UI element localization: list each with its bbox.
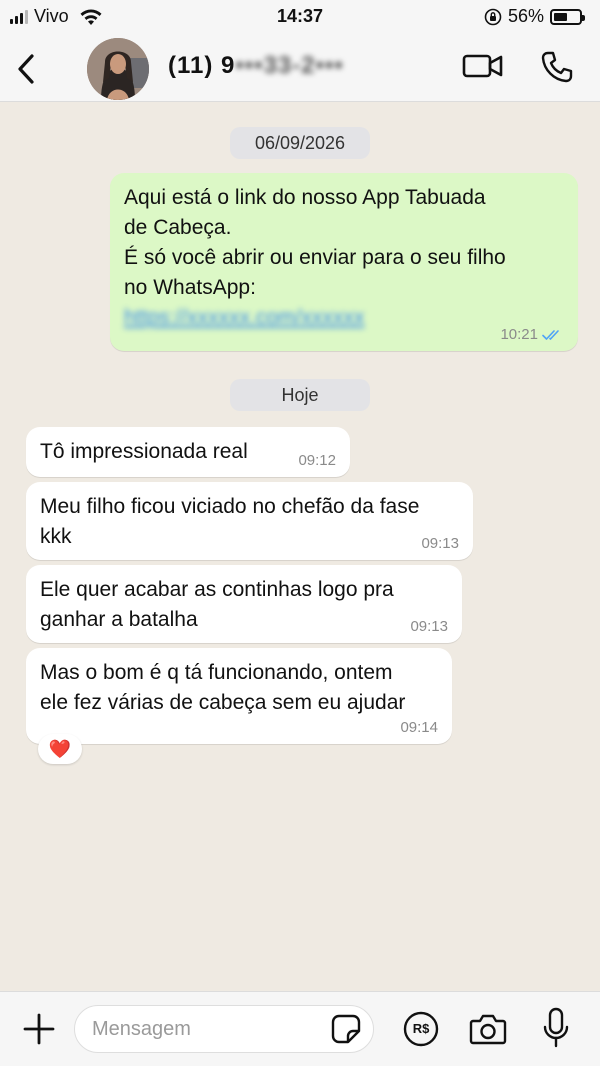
pix-label: R$ — [412, 1021, 430, 1036]
incoming-message[interactable]: Tô impressionada real 09:12 — [26, 427, 350, 477]
message-time: 09:13 — [410, 618, 448, 635]
incoming-message[interactable]: Ele quer acabar as continhas logo pra ga… — [26, 565, 462, 643]
message-line: É só você abrir ou enviar para o seu fil… — [124, 246, 506, 269]
message-line: ganhar a batalha — [40, 608, 198, 631]
orientation-lock-icon — [484, 8, 502, 25]
sticker-icon[interactable] — [331, 1014, 361, 1044]
avatar[interactable] — [87, 38, 149, 100]
pix-payment-icon[interactable]: R$ — [403, 1011, 439, 1047]
avatar-image — [87, 38, 149, 100]
read-ticks-icon — [542, 330, 559, 340]
status-right: 56% — [484, 6, 585, 27]
app-link[interactable]: https://xxxxxx.com/xxxxxx — [124, 303, 364, 333]
video-call-icon[interactable] — [462, 50, 504, 82]
message-line: Mas o bom é q tá funcionando, ontem — [40, 661, 393, 684]
date-separator: Hoje — [230, 379, 370, 411]
message-line: Meu filho ficou viciado no chefão da fas… — [40, 495, 420, 518]
message-time: 10:21 — [500, 326, 538, 343]
battery-percent: 56% — [507, 6, 544, 26]
incoming-message[interactable]: Mas o bom é q tá funcionando, ontem ele … — [26, 648, 452, 744]
chat-area[interactable]: 06/09/2026 Aqui está o link do nosso App… — [0, 103, 600, 991]
message-line: de Cabeça. — [124, 216, 232, 239]
message-time: 09:12 — [298, 452, 336, 469]
contact-phone-masked: •••33-2••• — [235, 52, 344, 79]
message-time: 09:13 — [421, 535, 459, 552]
message-line: ele fez várias de cabeça sem eu ajudar — [40, 691, 406, 714]
message-line: Aqui está o link do nosso App Tabuada — [124, 186, 486, 209]
battery-level — [554, 12, 568, 21]
message-text: Tô impressionada real — [40, 440, 248, 463]
contact-name[interactable]: (11) 9•••33-2••• — [168, 52, 344, 80]
message-line: Ele quer acabar as continhas logo pra — [40, 578, 394, 601]
camera-icon[interactable] — [469, 1012, 507, 1046]
message-input[interactable] — [74, 1005, 374, 1053]
back-chevron-icon[interactable] — [12, 52, 42, 86]
plus-icon[interactable] — [22, 1012, 56, 1046]
phone-icon[interactable] — [540, 50, 574, 84]
contact-phone-prefix: (11) 9 — [168, 52, 236, 79]
heart-reaction[interactable]: ❤️ — [38, 734, 82, 764]
incoming-message[interactable]: Meu filho ficou viciado no chefão da fas… — [26, 482, 473, 560]
message-line: no WhatsApp: — [124, 276, 256, 299]
message-time: 09:14 — [400, 719, 438, 736]
status-bar: Vivo 14:37 56% — [0, 0, 600, 34]
message-line: kkk — [40, 525, 72, 548]
message-meta: 10:21 — [500, 327, 564, 343]
outgoing-message[interactable]: Aqui está o link do nosso App Tabuada de… — [110, 173, 578, 351]
chat-header: (11) 9•••33-2••• — [0, 34, 600, 102]
battery-icon — [550, 8, 585, 25]
composer-bar: R$ — [0, 991, 600, 1066]
date-separator: 06/09/2026 — [230, 127, 370, 159]
microphone-icon[interactable] — [542, 1007, 570, 1049]
